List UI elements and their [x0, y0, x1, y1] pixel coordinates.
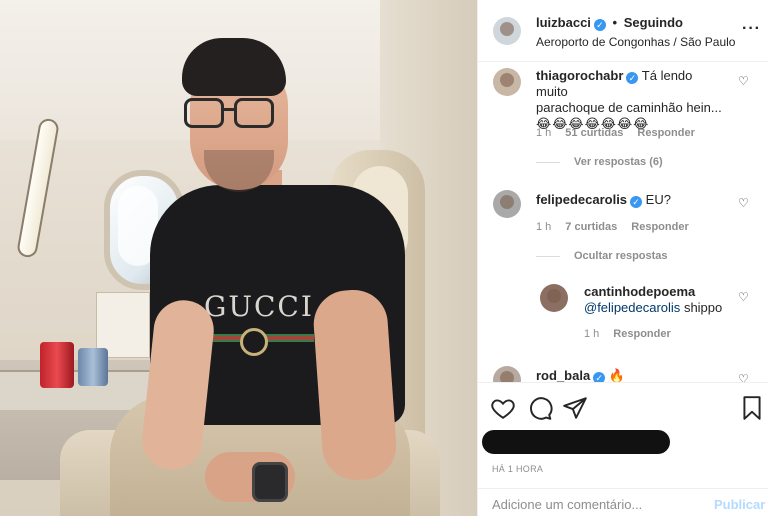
comment-meta: 1 h 7 curtidas Responder — [536, 221, 703, 233]
commenter-avatar[interactable] — [493, 190, 521, 218]
comment-item: felipedecarolis ✓ EU? ♡ 1 h 7 curtidas Resp… — [478, 184, 768, 274]
comment-item: rod_bala ✓ 🔥 ♡ — [478, 364, 768, 382]
post-location[interactable]: Aeroporto de Congonhas / São Paulo - CGH… — [536, 35, 736, 49]
armrest — [0, 370, 150, 410]
bookmark-icon[interactable] — [739, 395, 765, 421]
commenter-avatar[interactable] — [493, 366, 521, 382]
comment-body: thiagorochabr ✓ Tá lendo muito parachoque… — [536, 68, 726, 132]
verified-badge-icon: ✓ — [593, 372, 606, 382]
post-header: luizbacci ✓ • Seguindo Aeroporto de Congo… — [478, 0, 768, 62]
comment-heart-icon[interactable]: ♡ — [738, 74, 749, 88]
shirt-logo-text: GUCCI — [204, 290, 314, 323]
likes-redacted — [482, 430, 670, 454]
comment-heart-icon[interactable]: ♡ — [738, 196, 749, 210]
author-line: luizbacci ✓ • Seguindo — [536, 15, 683, 31]
shirt-emblem — [240, 328, 268, 356]
post-time-ago[interactable]: HÁ 1 HORA — [492, 464, 543, 474]
send-icon[interactable] — [562, 395, 588, 421]
comment-text-cont: parachoque de caminhão hein... — [536, 100, 722, 115]
author-username[interactable]: luizbacci — [536, 15, 591, 30]
water-can — [78, 348, 108, 386]
verified-badge-icon: ✓ — [593, 19, 606, 31]
glasses — [184, 98, 280, 128]
comment-username[interactable]: thiagorochabr — [536, 68, 623, 83]
comment-text: shippo — [683, 300, 723, 315]
comment-username[interactable]: rod_bala — [536, 368, 590, 382]
comment-text: 🔥 — [608, 368, 625, 382]
author-avatar[interactable] — [493, 17, 521, 45]
comment-time: 1 h — [536, 127, 552, 139]
reply-item: cantinhodepoema @felipedecarolis shippo … — [478, 280, 768, 350]
comment-meta: 1 h Responder — [584, 328, 685, 340]
replies-divider — [536, 161, 560, 163]
comments-list[interactable]: thiagorochabr ✓ Tá lendo muito parachoque… — [478, 62, 768, 382]
verified-badge-icon: ✓ — [626, 72, 639, 84]
add-comment-bar: Publicar — [478, 488, 768, 516]
reply-button[interactable]: Responder — [637, 127, 694, 139]
hide-replies-button[interactable]: Ocultar respostas — [536, 250, 668, 262]
separator-dot: • — [612, 15, 618, 30]
post-side-panel: luizbacci ✓ • Seguindo Aeroporto de Congo… — [477, 0, 768, 516]
more-options-icon[interactable]: ··· — [742, 20, 761, 38]
comment-username[interactable]: felipedecarolis — [536, 192, 627, 207]
comment-icon[interactable] — [527, 395, 553, 421]
view-replies-button[interactable]: Ver respostas (6) — [536, 156, 663, 168]
commenter-avatar[interactable] — [540, 284, 568, 312]
comment-likes[interactable]: 51 curtidas — [565, 127, 623, 139]
replies-divider — [536, 255, 560, 257]
reply-button[interactable]: Responder — [613, 328, 670, 340]
comment-body: cantinhodepoema @felipedecarolis shippo — [584, 284, 734, 316]
commenter-avatar[interactable] — [493, 68, 521, 96]
person-right-arm — [311, 287, 399, 483]
smartwatch — [252, 462, 288, 502]
follow-status-button[interactable]: Seguindo — [624, 15, 683, 30]
post-photo[interactable]: GUCCI — [0, 0, 477, 516]
comment-username[interactable]: cantinhodepoema — [584, 284, 695, 299]
comment-input[interactable] — [492, 497, 692, 512]
heart-icon[interactable] — [490, 395, 516, 421]
comment-body: felipedecarolis ✓ EU? — [536, 192, 726, 208]
reply-button[interactable]: Responder — [631, 221, 688, 233]
comment-meta: 1 h 51 curtidas Responder — [536, 127, 709, 139]
comment-body: rod_bala ✓ 🔥 — [536, 368, 726, 382]
comment-item: thiagorochabr ✓ Tá lendo muito parachoque… — [478, 62, 768, 172]
comment-heart-icon[interactable]: ♡ — [738, 290, 749, 304]
comment-time: 1 h — [536, 221, 552, 233]
soda-can — [40, 342, 74, 388]
publish-button[interactable]: Publicar — [714, 497, 765, 512]
post-actions — [478, 382, 768, 432]
verified-badge-icon: ✓ — [630, 196, 643, 208]
comment-likes[interactable]: 7 curtidas — [565, 221, 617, 233]
comment-time: 1 h — [584, 328, 600, 340]
comment-mention[interactable]: @felipedecarolis — [584, 300, 680, 315]
comment-heart-icon[interactable]: ♡ — [738, 372, 749, 382]
comment-text: EU? — [645, 192, 671, 207]
